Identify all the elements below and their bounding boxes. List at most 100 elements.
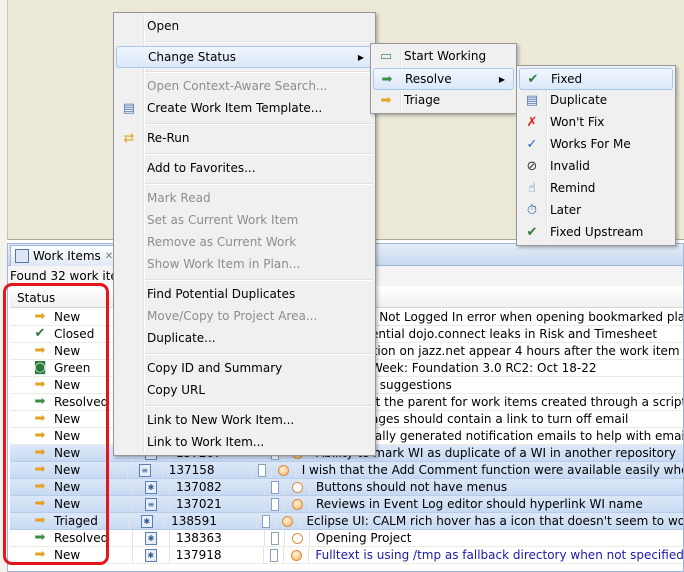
id-text: 138363	[176, 531, 222, 545]
menu-create-template[interactable]: ▤ Create Work Item Template...	[116, 98, 373, 120]
table-row[interactable]: ➡ New ✱ 137918 Fulltext is using /tmp as fal…	[10, 547, 683, 564]
priority-icon	[291, 498, 303, 510]
summary-cell[interactable]: Eclipse UI: CALM rich hover has a icon t…	[300, 513, 683, 529]
id-cell: 137082	[170, 479, 265, 495]
duplicate-icon: ▤	[525, 93, 539, 108]
type-cell: ✱	[133, 479, 170, 495]
menu-link-new-work-item[interactable]: Link to New Work Item...	[116, 410, 373, 432]
id-text: 138591	[171, 514, 217, 528]
menu-duplicate[interactable]: Duplicate...	[116, 328, 373, 350]
id-cell: 137021	[170, 496, 265, 512]
checkbox-cell	[257, 513, 277, 529]
type-cell: ✱	[133, 547, 170, 563]
menu-resolve[interactable]: ➡ Resolve ▶	[373, 68, 514, 90]
menu-find-duplicates[interactable]: Find Potential Duplicates	[116, 284, 373, 306]
menu-resolve-fixed-upstream[interactable]: ✔ Fixed Upstream	[519, 222, 673, 244]
checkbox-cell	[264, 547, 285, 563]
checkbox-cell	[265, 496, 285, 512]
table-row[interactable]: ➡ New ≡ 137158 I wish that the Add Comment f…	[10, 462, 683, 479]
template-icon: ▤	[122, 101, 136, 116]
defect-icon: ✱	[145, 480, 157, 494]
menu-resolve-won-t-fix[interactable]: ✗ Won't Fix	[519, 112, 673, 134]
menu-link-work-item[interactable]: Link to Work Item...	[116, 432, 373, 454]
checkbox-icon	[262, 514, 271, 528]
summary-cell[interactable]: Buttons should not have menus	[310, 479, 507, 495]
tab-label: Work Items	[33, 249, 101, 263]
menu-open[interactable]: Open	[116, 16, 373, 38]
menu-resolve-invalid[interactable]: ⊘ Invalid	[519, 156, 673, 178]
summary-cell[interactable]: Opening Project	[310, 530, 411, 546]
checkbox-icon	[269, 548, 278, 562]
menu-move-copy: Move/Copy to Project Area...	[147, 309, 318, 323]
id-text: 137158	[168, 463, 215, 477]
type-cell: ≡	[128, 462, 163, 478]
arrow-right-green-icon: ➡	[381, 72, 393, 87]
table-row[interactable]: ➡ Resolved ✱ 138363 Opening Project	[10, 530, 683, 547]
submenu-arrow-icon: ▶	[498, 75, 505, 84]
priority-cell	[284, 547, 310, 563]
annotation-highlight-box	[3, 283, 109, 565]
close-icon[interactable]: ✕	[105, 251, 113, 262]
check-icon: ✔	[527, 72, 539, 87]
priority-cell	[272, 462, 296, 478]
menu-open-context-search: Open Context-Aware Search...	[147, 79, 328, 93]
menu-mark-read: Mark Read	[147, 191, 211, 205]
work-items-icon	[15, 249, 29, 263]
menu-copy-url[interactable]: Copy URL	[116, 380, 373, 402]
remind-icon: ☝	[528, 181, 536, 196]
menu-resolve-works-for-me[interactable]: ✓ Works For Me	[519, 134, 673, 156]
tab-work-items[interactable]: Work Items ✕	[10, 245, 120, 266]
priority-cell	[276, 513, 301, 529]
later-icon: ⏱	[526, 203, 538, 218]
menu-rerun[interactable]: ⇄ Re-Run	[116, 128, 373, 150]
checkbox-icon	[257, 463, 266, 477]
works-for-me-icon: ✓	[526, 137, 538, 152]
id-text: 137918	[175, 548, 222, 562]
type-cell: ≡	[133, 496, 170, 512]
menu-start-working[interactable]: ▭ Start Working	[373, 46, 514, 68]
menu-copy-id-summary[interactable]: Copy ID and Summary	[116, 358, 373, 380]
checkbox-cell	[265, 479, 285, 495]
menu-resolve-remind[interactable]: ☝ Remind	[519, 178, 673, 200]
summary-cell[interactable]: Reviews in Event Log editor should hyper…	[310, 496, 643, 512]
priority-icon	[291, 481, 303, 493]
checkbox-icon	[270, 531, 279, 545]
menu-remove-current: Remove as Current Work	[147, 235, 297, 249]
priority-icon	[291, 532, 303, 544]
task-icon: ≡	[145, 497, 157, 511]
menu-resolve-fixed[interactable]: ✔ Fixed	[519, 68, 673, 90]
priority-cell	[285, 479, 310, 495]
priority-icon	[282, 515, 294, 527]
id-cell: 138363	[170, 530, 265, 546]
summary-cell[interactable]: Fulltext is using /tmp as fallback direc…	[309, 547, 683, 563]
menu-resolve-later[interactable]: ⏱ Later	[519, 200, 673, 222]
priority-cell	[285, 496, 310, 512]
priority-icon	[277, 464, 289, 476]
menu-triage[interactable]: ➡ Triage	[373, 90, 514, 112]
menu-show-in-plan: Show Work Item in Plan...	[147, 257, 301, 271]
defect-icon: ✱	[140, 514, 153, 528]
start-working-icon: ▭	[379, 49, 393, 64]
table-row[interactable]: ➡ Triaged ✱ 138591 Eclipse UI: CALM rich hov…	[10, 513, 683, 530]
change-status-submenu: ▭ Start Working ➡ Resolve ▶ ➡ Triage	[370, 43, 517, 114]
id-text: 137021	[176, 497, 222, 511]
checkbox-cell	[253, 462, 272, 478]
submenu-arrow-icon: ▶	[357, 53, 364, 62]
task-icon: ≡	[138, 463, 151, 477]
menu-change-status[interactable]: Change Status ▶	[116, 46, 373, 68]
priority-cell	[285, 530, 310, 546]
checkbox-icon	[270, 480, 279, 494]
arrow-right-orange-icon: ➡	[380, 93, 392, 108]
menu-resolve-duplicate[interactable]: ▤ Duplicate	[519, 90, 673, 112]
wont-fix-icon: ✗	[526, 115, 538, 130]
defect-icon: ✱	[144, 548, 157, 562]
checkbox-icon	[270, 497, 279, 511]
summary-cell[interactable]: I wish that the Add Comment function wer…	[296, 462, 683, 478]
resolve-submenu: ✔ Fixed ▤ Duplicate ✗ Won't Fix ✓ Works For Me ⊘…	[516, 65, 676, 246]
menu-add-favorites[interactable]: Add to Favorites...	[116, 158, 373, 180]
defect-icon: ✱	[145, 531, 157, 545]
id-cell: 137158	[163, 462, 253, 478]
rerun-icon: ⇄	[123, 131, 135, 146]
table-row[interactable]: ➡ New ≡ 137021 Reviews in Event Log editor s…	[10, 496, 683, 513]
table-row[interactable]: ➡ New ✱ 137082 Buttons should not have menus	[10, 479, 683, 496]
